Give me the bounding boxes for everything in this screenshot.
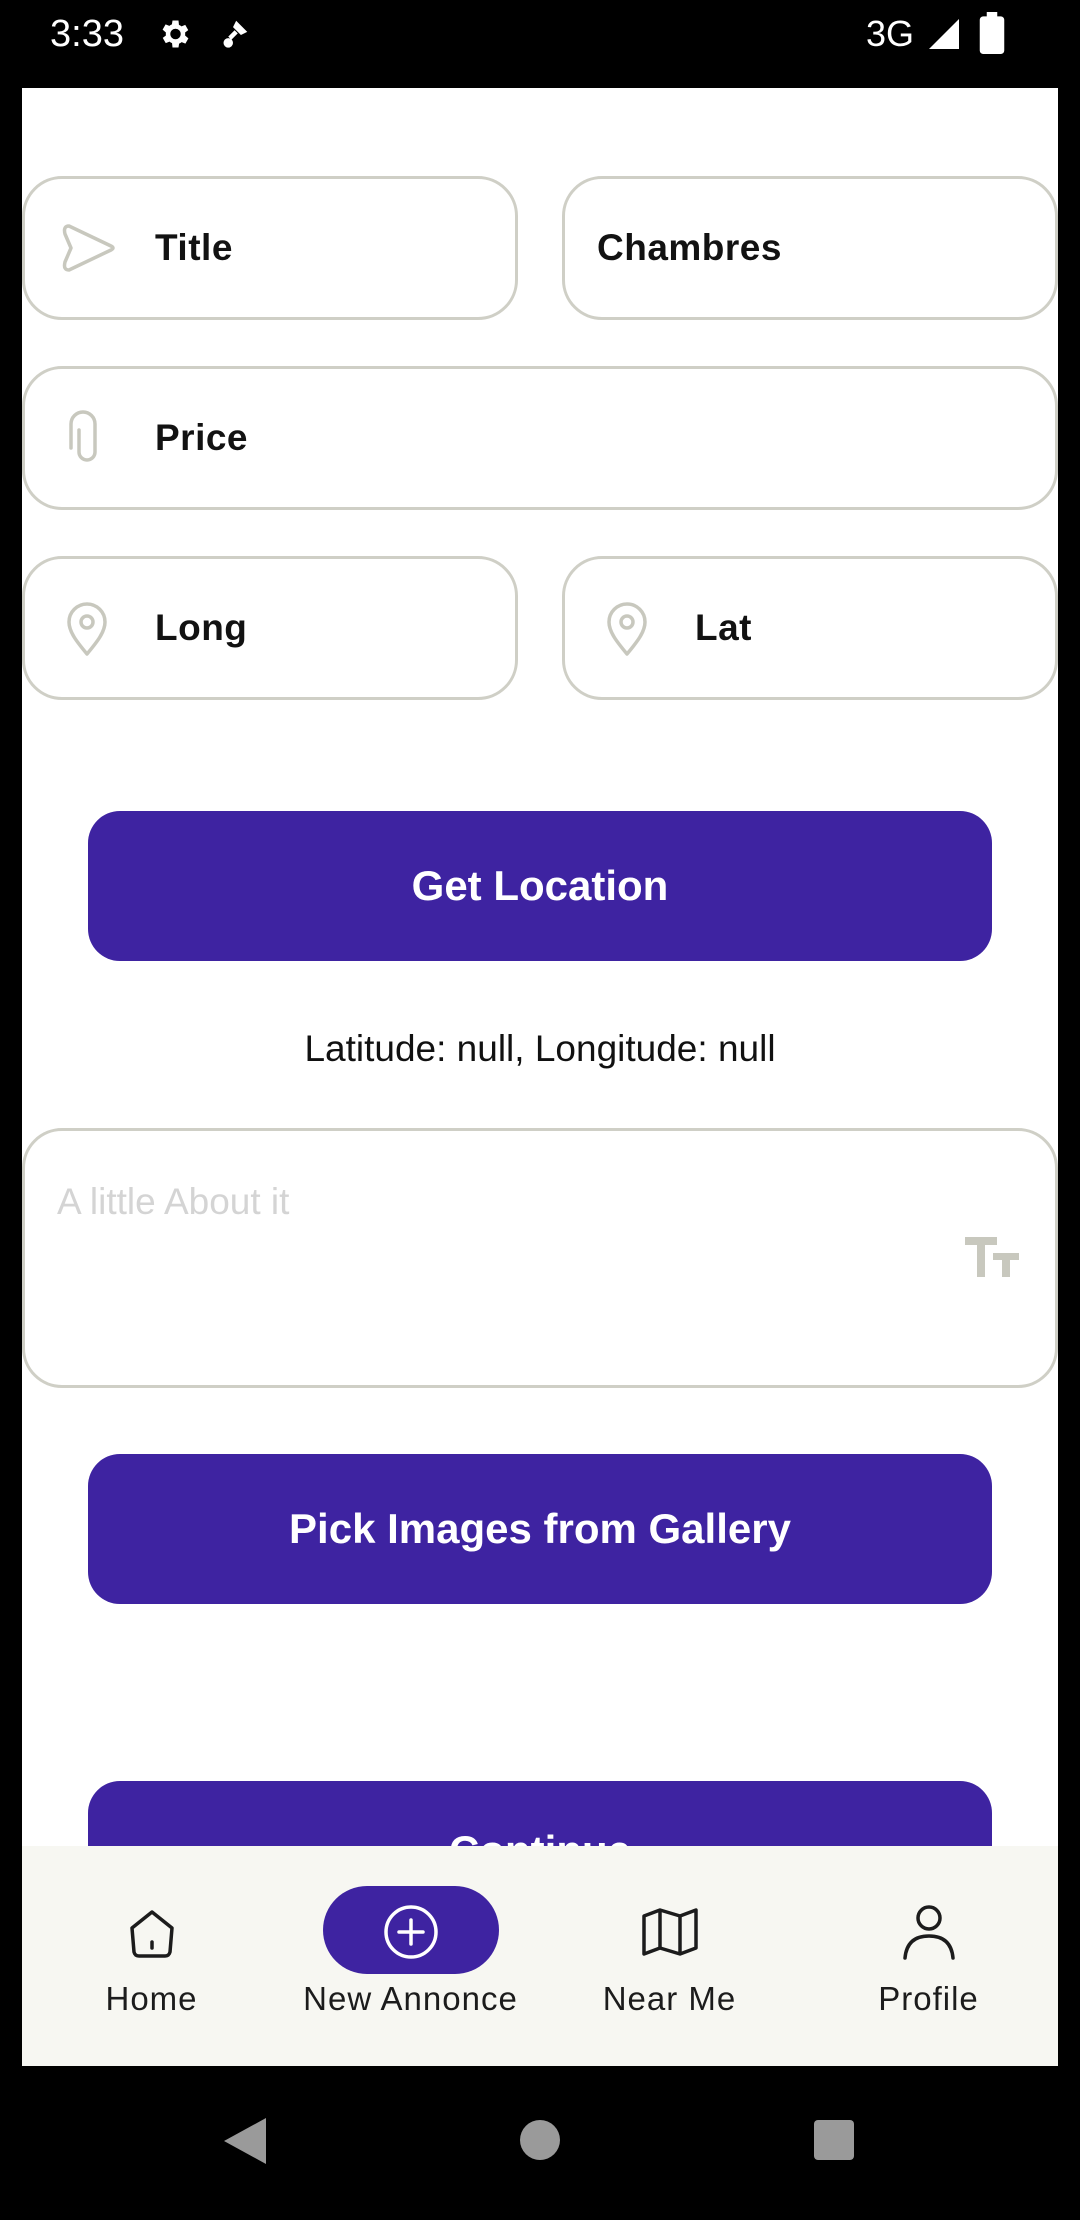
nav-item-new-annonce[interactable]: New Annonce (281, 1846, 540, 2066)
text-format-icon (965, 1237, 1019, 1277)
nav-item-near-me[interactable]: Near Me (540, 1846, 799, 2066)
chambres-field[interactable]: Chambres (562, 176, 1058, 320)
location-readout: Latitude: null, Longitude: null (304, 1028, 776, 1069)
add-circle-icon (383, 1905, 438, 1959)
settings-gear-icon (162, 20, 189, 48)
home-icon (129, 1910, 174, 1958)
nav-item-home[interactable]: Home (22, 1846, 281, 2066)
about-placeholder: A little About it (57, 1181, 290, 1222)
nav-label-profile: Profile (878, 1980, 979, 2017)
person-icon (902, 1905, 955, 1960)
title-field[interactable]: Title (22, 176, 518, 320)
nav-label-new-annonce: New Annonce (303, 1980, 518, 2017)
about-textarea[interactable]: A little About it (22, 1128, 1058, 1388)
bottom-navigation: Home New Annonce Near Me Profile (22, 1846, 1058, 2066)
price-label: Price (155, 417, 249, 458)
location-pin-icon (607, 602, 647, 656)
new-annonce-screen: Title Chambres Price Long Lat Get Locati… (22, 88, 1058, 2066)
system-navigation-bar (0, 2066, 1080, 2220)
pick-images-button[interactable]: Pick Images from Gallery (88, 1454, 992, 1604)
long-field[interactable]: Long (22, 556, 518, 700)
back-icon[interactable] (222, 2116, 268, 2166)
long-label: Long (155, 607, 248, 648)
nav-label-near-me: Near Me (602, 1980, 737, 2017)
battery-icon (979, 12, 1005, 54)
title-label: Title (155, 227, 233, 268)
satellite-icon (223, 20, 248, 48)
location-pin-icon (67, 602, 107, 656)
lat-label: Lat (695, 607, 752, 648)
status-time: 3:33 (50, 13, 124, 55)
paperclip-icon (69, 410, 97, 462)
chambres-label: Chambres (597, 227, 782, 268)
send-play-icon (62, 224, 115, 272)
nav-label-home: Home (105, 1980, 198, 2017)
get-location-button[interactable]: Get Location (88, 811, 992, 961)
recents-square-icon[interactable] (812, 2118, 856, 2162)
home-circle-icon[interactable] (518, 2118, 562, 2162)
signal-icon (929, 19, 959, 49)
price-field[interactable]: Price (22, 366, 1058, 510)
nav-item-profile[interactable]: Profile (799, 1846, 1058, 2066)
lat-field[interactable]: Lat (562, 556, 1058, 700)
network-type: 3G (866, 13, 915, 54)
map-icon (641, 1908, 698, 1956)
status-bar: 3:33 3G (0, 0, 1080, 88)
